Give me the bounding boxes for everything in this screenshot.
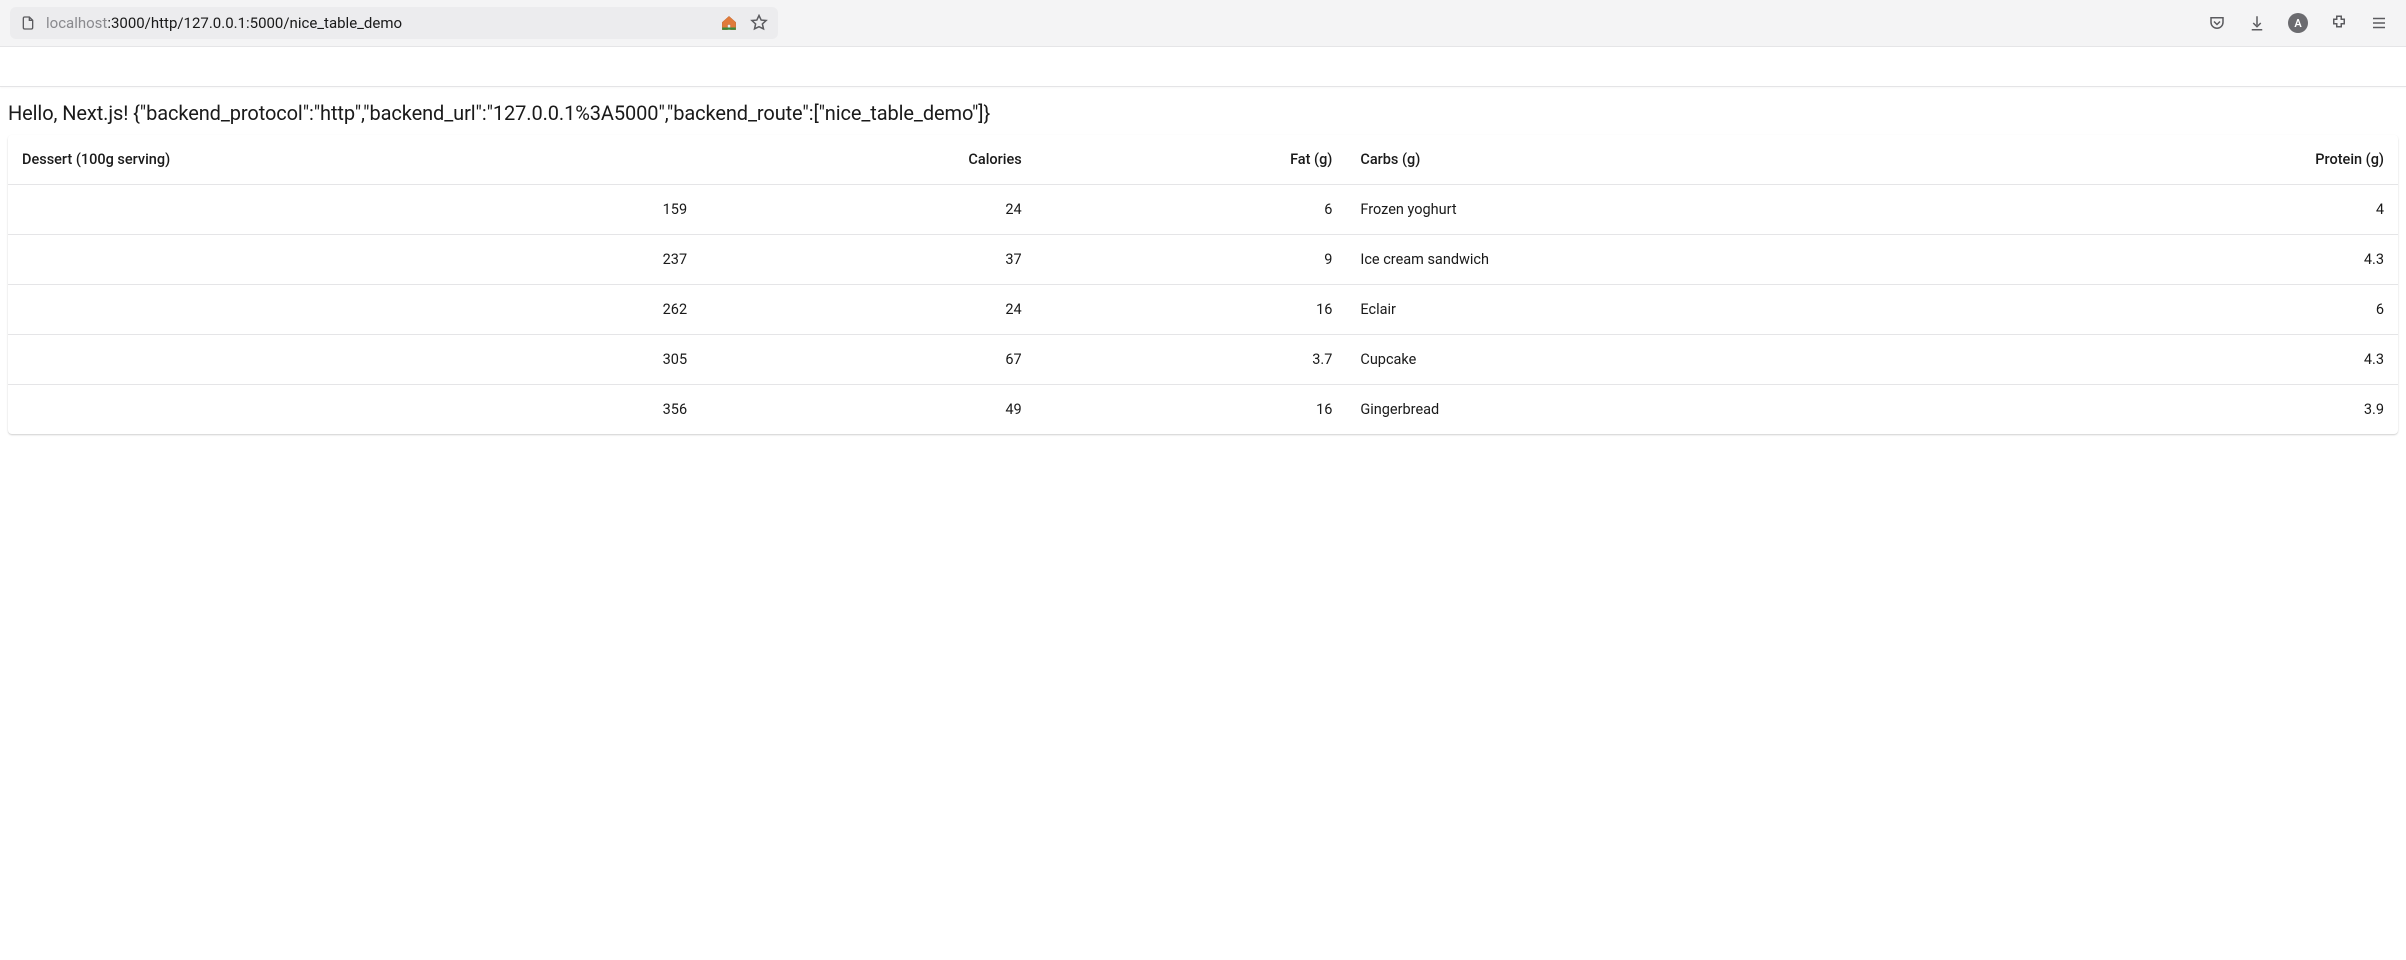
table-row: 2622416Eclair6 bbox=[8, 285, 2398, 335]
cell-name: Eclair bbox=[1346, 285, 2254, 335]
cell-fat: 49 bbox=[701, 385, 1036, 435]
cell-fat: 24 bbox=[701, 285, 1036, 335]
cell-calories: 237 bbox=[8, 235, 701, 285]
dessert-table: Dessert (100g serving) Calories Fat (g) … bbox=[8, 135, 2398, 434]
cell-calories: 262 bbox=[8, 285, 701, 335]
col-header-carbs: Carbs (g) bbox=[1346, 135, 2254, 185]
account-letter: A bbox=[2294, 17, 2301, 30]
cell-name: Gingerbread bbox=[1346, 385, 2254, 435]
cell-fat: 24 bbox=[701, 185, 1036, 235]
pocket-icon[interactable] bbox=[2208, 14, 2226, 32]
page-icon bbox=[20, 15, 36, 31]
col-header-calories: Calories bbox=[701, 135, 1036, 185]
cell-name: Frozen yoghurt bbox=[1346, 185, 2254, 235]
cell-protein: 4.3 bbox=[2255, 335, 2398, 385]
cell-carbs: 6 bbox=[1036, 185, 1347, 235]
page-content: Hello, Next.js! {"backend_protocol":"htt… bbox=[0, 87, 2406, 448]
cell-protein: 3.9 bbox=[2255, 385, 2398, 435]
table-header-row: Dessert (100g serving) Calories Fat (g) … bbox=[8, 135, 2398, 185]
cell-carbs: 16 bbox=[1036, 385, 1347, 435]
home-icon[interactable] bbox=[720, 14, 738, 32]
menu-icon[interactable] bbox=[2370, 14, 2388, 32]
col-header-fat: Fat (g) bbox=[1036, 135, 1347, 185]
cell-fat: 37 bbox=[701, 235, 1036, 285]
cell-protein: 4.3 bbox=[2255, 235, 2398, 285]
cell-calories: 356 bbox=[8, 385, 701, 435]
table-row: 3564916Gingerbread3.9 bbox=[8, 385, 2398, 435]
col-header-dessert: Dessert (100g serving) bbox=[8, 135, 701, 185]
cell-calories: 305 bbox=[8, 335, 701, 385]
extensions-icon[interactable] bbox=[2330, 14, 2348, 32]
cell-fat: 67 bbox=[701, 335, 1036, 385]
cell-carbs: 9 bbox=[1036, 235, 1347, 285]
page-header-spacer bbox=[0, 47, 2406, 87]
browser-toolbar: localhost:3000/http/127.0.0.1:5000/nice_… bbox=[0, 0, 2406, 47]
col-header-protein: Protein (g) bbox=[2255, 135, 2398, 185]
cell-name: Ice cream sandwich bbox=[1346, 235, 2254, 285]
url-bar[interactable]: localhost:3000/http/127.0.0.1:5000/nice_… bbox=[10, 7, 778, 39]
url-text: localhost:3000/http/127.0.0.1:5000/nice_… bbox=[46, 14, 402, 32]
cell-carbs: 3.7 bbox=[1036, 335, 1347, 385]
download-icon[interactable] bbox=[2248, 14, 2266, 32]
cell-protein: 6 bbox=[2255, 285, 2398, 335]
table-row: 305673.7Cupcake4.3 bbox=[8, 335, 2398, 385]
cell-calories: 159 bbox=[8, 185, 701, 235]
cell-name: Cupcake bbox=[1346, 335, 2254, 385]
bookmark-star-icon[interactable] bbox=[750, 14, 768, 32]
cell-carbs: 16 bbox=[1036, 285, 1347, 335]
table-paper: Dessert (100g serving) Calories Fat (g) … bbox=[8, 135, 2398, 434]
account-icon[interactable]: A bbox=[2288, 13, 2308, 33]
table-row: 159246Frozen yoghurt4 bbox=[8, 185, 2398, 235]
cell-protein: 4 bbox=[2255, 185, 2398, 235]
table-row: 237379Ice cream sandwich4.3 bbox=[8, 235, 2398, 285]
greeting-text: Hello, Next.js! {"backend_protocol":"htt… bbox=[8, 101, 2398, 125]
